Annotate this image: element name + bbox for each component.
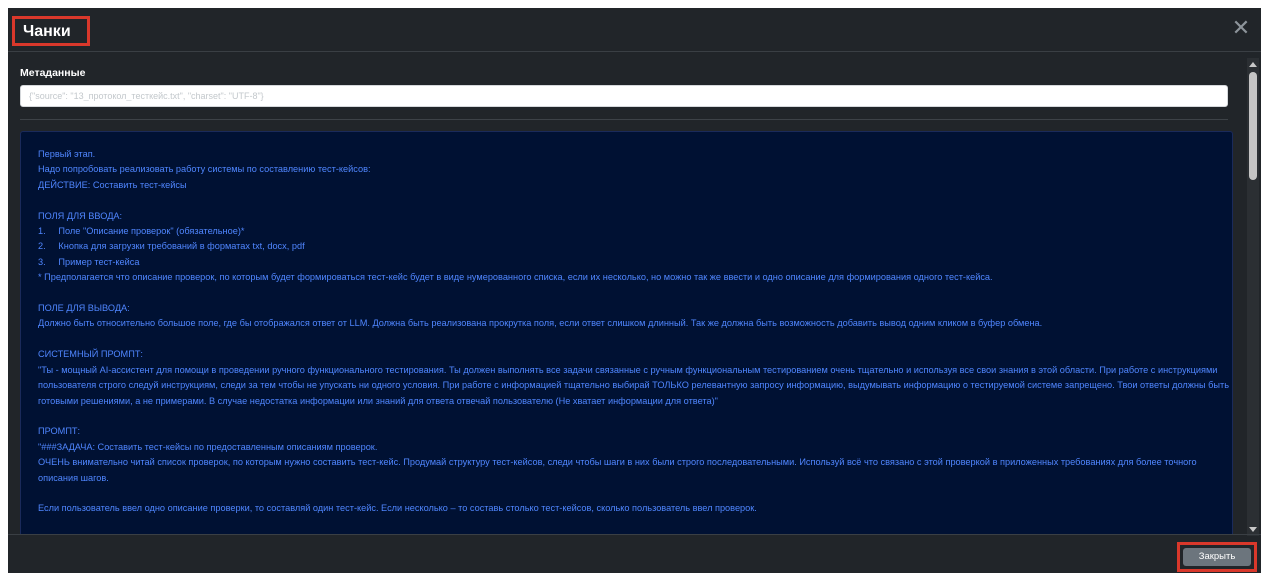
chunks-modal: Чанки ✕ Метаданные Первый этап. Надо поп… (8, 8, 1261, 573)
scrollbar-thumb[interactable] (1249, 72, 1257, 180)
scroll-up-arrow-icon[interactable] (1249, 62, 1257, 67)
modal-body: Метаданные Первый этап. Надо попробовать… (8, 53, 1244, 534)
modal-header: Чанки ✕ (8, 8, 1261, 52)
scroll-down-arrow-icon[interactable] (1249, 527, 1257, 532)
chunk-content[interactable]: Первый этап. Надо попробовать реализоват… (20, 131, 1233, 534)
scrollbar[interactable] (1247, 58, 1259, 536)
divider (20, 119, 1228, 120)
modal-footer: Закрыть (8, 534, 1261, 573)
close-button[interactable]: Закрыть (1183, 548, 1251, 566)
close-icon[interactable]: ✕ (1231, 17, 1251, 39)
close-button-highlight: Закрыть (1177, 542, 1257, 572)
metadata-label: Метаданные (20, 67, 86, 79)
modal-title: Чанки (12, 16, 90, 46)
metadata-field[interactable] (20, 85, 1228, 107)
